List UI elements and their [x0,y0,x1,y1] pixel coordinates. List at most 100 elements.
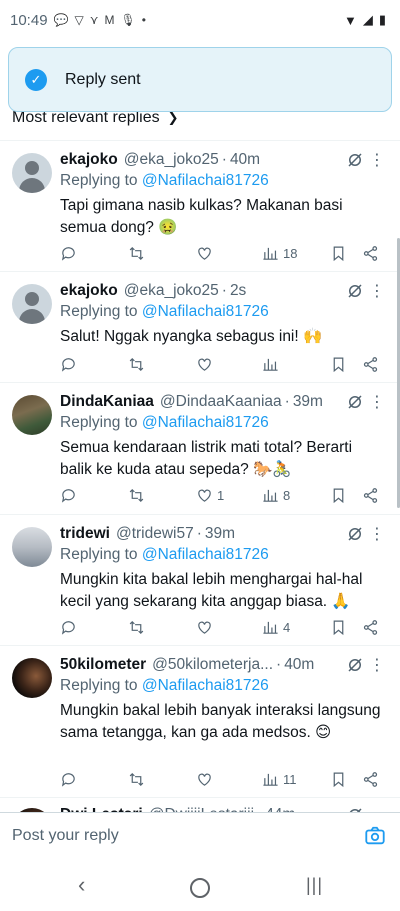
grok-icon[interactable] [346,282,364,300]
home-icon[interactable] [190,878,210,898]
replying-prefix: Replying to [60,172,138,189]
camera-icon[interactable] [364,825,386,847]
avatar[interactable] [12,527,52,567]
user-handle[interactable]: @eka_joko25 [124,282,219,300]
timestamp: 40m [229,151,261,168]
share-button[interactable] [362,245,379,262]
reply-header: tridewi @tridewi57 · 39m [60,523,388,545]
reply-item[interactable]: 50kilometer @50kilometerja... · 40m ⋮ Re… [0,646,400,798]
more-dots-icon[interactable]: ⋮ [369,655,385,675]
user-handle[interactable]: @eka_joko25 [124,151,219,169]
reply-item[interactable]: ekajoko @eka_joko25 · 40m ⋮ Replying to … [0,141,400,272]
views-button[interactable]: 11 [262,771,297,788]
reply-text: Salut! Nggak nyangka sebagus ini! 🙌 [60,328,323,345]
avatar[interactable] [12,284,52,324]
heart-icon [198,773,211,786]
replying-prefix: Replying to [60,546,138,563]
avatar[interactable] [12,395,52,435]
mention-link[interactable]: @Nafilachai81726 [142,303,269,320]
display-name[interactable]: tridewi [60,525,110,543]
reply-header: ekajoko @eka_joko25 · 2s [60,280,388,302]
retweet-icon [129,488,144,502]
back-icon[interactable]: ‹ [78,872,85,898]
reply-button[interactable] [60,487,77,504]
views-button[interactable]: 8 [262,487,290,504]
display-name[interactable]: 50kilometer [60,656,146,674]
like-button[interactable] [196,245,217,262]
mic-notification-icon: 🎙 [120,13,136,27]
views-button[interactable] [262,356,283,373]
reply-button[interactable] [60,771,77,788]
like-button[interactable] [196,356,217,373]
bookmark-button[interactable] [330,771,347,788]
bookmark-button[interactable] [330,245,347,262]
reply-button[interactable] [60,245,77,262]
reply-input[interactable]: Post your reply [12,827,119,845]
chevron-down-icon: ❯ [167,110,179,125]
display-name[interactable]: ekajoko [60,151,118,169]
display-name[interactable]: ekajoko [60,282,118,300]
avatar[interactable] [12,658,52,698]
vpn-notification-icon: ▽ [74,13,84,27]
retweet-icon [129,246,144,260]
view-count: 4 [283,619,291,635]
reply-button[interactable] [60,356,77,373]
bookmark-icon [333,488,344,503]
reply-item[interactable]: ekajoko @eka_joko25 · 2s ⋮ Replying to @… [0,272,400,383]
share-button[interactable] [362,487,379,504]
reply-text: Semua kendaraan listrik mati total? Bera… [60,439,353,478]
retweet-button[interactable] [128,771,145,788]
mention-link[interactable]: @Nafilachai81726 [142,172,269,189]
views-button[interactable]: 18 [262,245,297,262]
more-dots-icon[interactable]: ⋮ [369,524,385,544]
share-button[interactable] [362,356,379,373]
analytics-icon [263,621,278,634]
bookmark-icon [333,620,344,635]
bookmark-button[interactable] [330,619,347,636]
grok-icon[interactable] [346,393,364,411]
more-dots-icon[interactable]: ⋮ [369,281,385,301]
retweet-button[interactable] [128,487,145,504]
reply-button[interactable] [60,619,77,636]
action-bar: 4 [60,617,380,637]
more-dots-icon[interactable]: ⋮ [369,392,385,412]
reply-item[interactable]: DindaKaniaa @DindaaKaaniaa · 39m ⋮ Reply… [0,383,400,515]
grok-icon[interactable] [346,656,364,674]
separator-dot: · [221,282,227,299]
share-button[interactable] [362,619,379,636]
bookmark-button[interactable] [330,356,347,373]
user-handle[interactable]: @tridewi57 [116,525,194,543]
check-circle-icon: ✓ [25,68,47,91]
like-button[interactable] [196,771,217,788]
user-handle[interactable]: @50kilometerja... [152,656,273,674]
more-dots-icon[interactable]: ⋮ [369,150,385,170]
reply-composer[interactable]: Post your reply [0,812,400,860]
user-handle[interactable]: @DindaaKaaniaa [160,393,282,411]
share-button[interactable] [362,771,379,788]
reply-item[interactable]: tridewi @tridewi57 · 39m ⋮ Replying to @… [0,515,400,646]
share-icon [363,771,378,787]
separator-dot: · [284,393,290,410]
mention-link[interactable]: @Nafilachai81726 [142,546,269,563]
comment-icon [61,357,75,372]
views-button[interactable]: 4 [262,619,290,636]
retweet-button[interactable] [128,356,145,373]
replying-prefix: Replying to [60,677,138,694]
retweet-icon [129,772,144,786]
retweet-icon [129,357,144,371]
analytics-icon [263,773,278,786]
grok-icon[interactable] [346,525,364,543]
reply-header: ekajoko @eka_joko25 · 40m [60,149,388,171]
mention-link[interactable]: @Nafilachai81726 [142,677,269,694]
like-button[interactable] [196,619,217,636]
recents-icon[interactable]: ||| [306,875,323,896]
retweet-button[interactable] [128,619,145,636]
avatar[interactable] [12,153,52,193]
mention-link[interactable]: @Nafilachai81726 [142,414,269,431]
retweet-button[interactable] [128,245,145,262]
share-icon [363,619,378,635]
like-button[interactable]: 1 [196,487,224,504]
display-name[interactable]: DindaKaniaa [60,393,154,411]
grok-icon[interactable] [346,151,364,169]
bookmark-button[interactable] [330,487,347,504]
